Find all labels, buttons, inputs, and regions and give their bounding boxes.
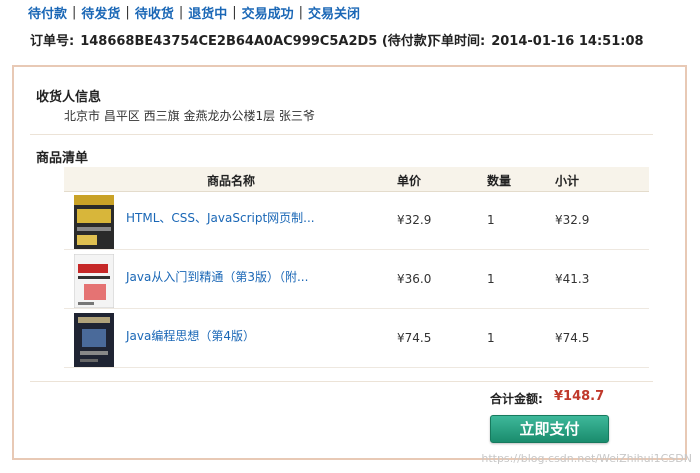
tab-pending-shipment[interactable]: 待发货	[81, 3, 120, 22]
product-table-header: 商品名称 单价 数量 小计	[64, 167, 649, 192]
order-number-label: 订单号:	[30, 34, 75, 49]
total-amount: ¥148.7	[554, 389, 605, 404]
tab-separator: |	[125, 4, 130, 20]
tab-separator: |	[298, 4, 304, 20]
unit-price: ¥36.0	[397, 272, 432, 286]
product-name-link[interactable]: Java编程思想（第4版）	[126, 327, 255, 344]
tab-returning[interactable]: 退货中	[188, 3, 227, 22]
book-cover-image[interactable]	[74, 254, 114, 308]
tab-pending-receipt[interactable]: 待收货	[135, 3, 174, 22]
subtotal: ¥32.9	[555, 213, 590, 227]
section-divider	[30, 134, 653, 135]
order-detail-panel: 收货人信息 北京市 昌平区 西三旗 金燕龙办公楼1层 张三爷 商品清单 商品名称…	[12, 65, 687, 460]
total-amount-label: 合计金额:	[490, 392, 543, 406]
quantity: 1	[487, 272, 495, 286]
product-name-link[interactable]: Java从入门到精通（第3版）（附...	[126, 268, 308, 285]
order-time: 2014-01-16 14:51:08	[491, 34, 644, 49]
unit-price: ¥32.9	[397, 213, 432, 227]
table-row: Java编程思想（第4版） ¥74.5 1 ¥74.5	[64, 309, 649, 368]
header-unit-price: 单价	[397, 174, 422, 188]
tab-completed[interactable]: 交易成功	[242, 3, 294, 22]
order-info: 订单号: 148668BE43754CE2B64A0AC999C5A2D5 (待付…	[30, 30, 690, 49]
table-row: Java从入门到精通（第3版）（附... ¥36.0 1 ¥41.3	[64, 250, 649, 309]
table-row: HTML、CSS、JavaScript网页制... ¥32.9 1 ¥32.9	[64, 191, 649, 250]
section-divider	[30, 381, 653, 382]
book-cover-image[interactable]	[74, 313, 114, 367]
header-quantity: 数量	[487, 174, 512, 188]
header-product-name: 商品名称	[207, 174, 256, 188]
order-number: 148668BE43754CE2B64A0AC999C5A2D5 (待付款)	[80, 34, 433, 49]
product-name-link[interactable]: HTML、CSS、JavaScript网页制...	[126, 209, 315, 226]
recipient-section-title: 收货人信息	[36, 90, 102, 105]
quantity: 1	[487, 331, 495, 345]
subtotal: ¥74.5	[555, 331, 590, 345]
quantity: 1	[487, 213, 495, 227]
tab-separator: |	[72, 4, 77, 20]
tab-separator: |	[232, 4, 237, 20]
watermark-text: https://blog.csdn.net/WeiZhihui1CSDN	[481, 452, 692, 465]
recipient-address: 北京市 昌平区 西三旗 金燕龙办公楼1层 张三爷	[64, 109, 315, 123]
tab-pending-payment[interactable]: 待付款	[28, 3, 67, 22]
subtotal: ¥41.3	[555, 272, 590, 286]
order-time-label: 下单时间:	[428, 34, 486, 49]
tab-separator: |	[178, 4, 184, 20]
order-status-tabs: 待付款 | 待发货 | 待收货 | 退货中 | 交易成功 | 交易关闭	[28, 2, 360, 22]
book-cover-image[interactable]	[74, 195, 114, 249]
tab-closed[interactable]: 交易关闭	[308, 3, 360, 22]
product-list-title: 商品清单	[36, 151, 89, 166]
header-subtotal: 小计	[555, 174, 580, 188]
pay-now-button[interactable]: 立即支付	[490, 415, 609, 443]
unit-price: ¥74.5	[397, 331, 432, 345]
